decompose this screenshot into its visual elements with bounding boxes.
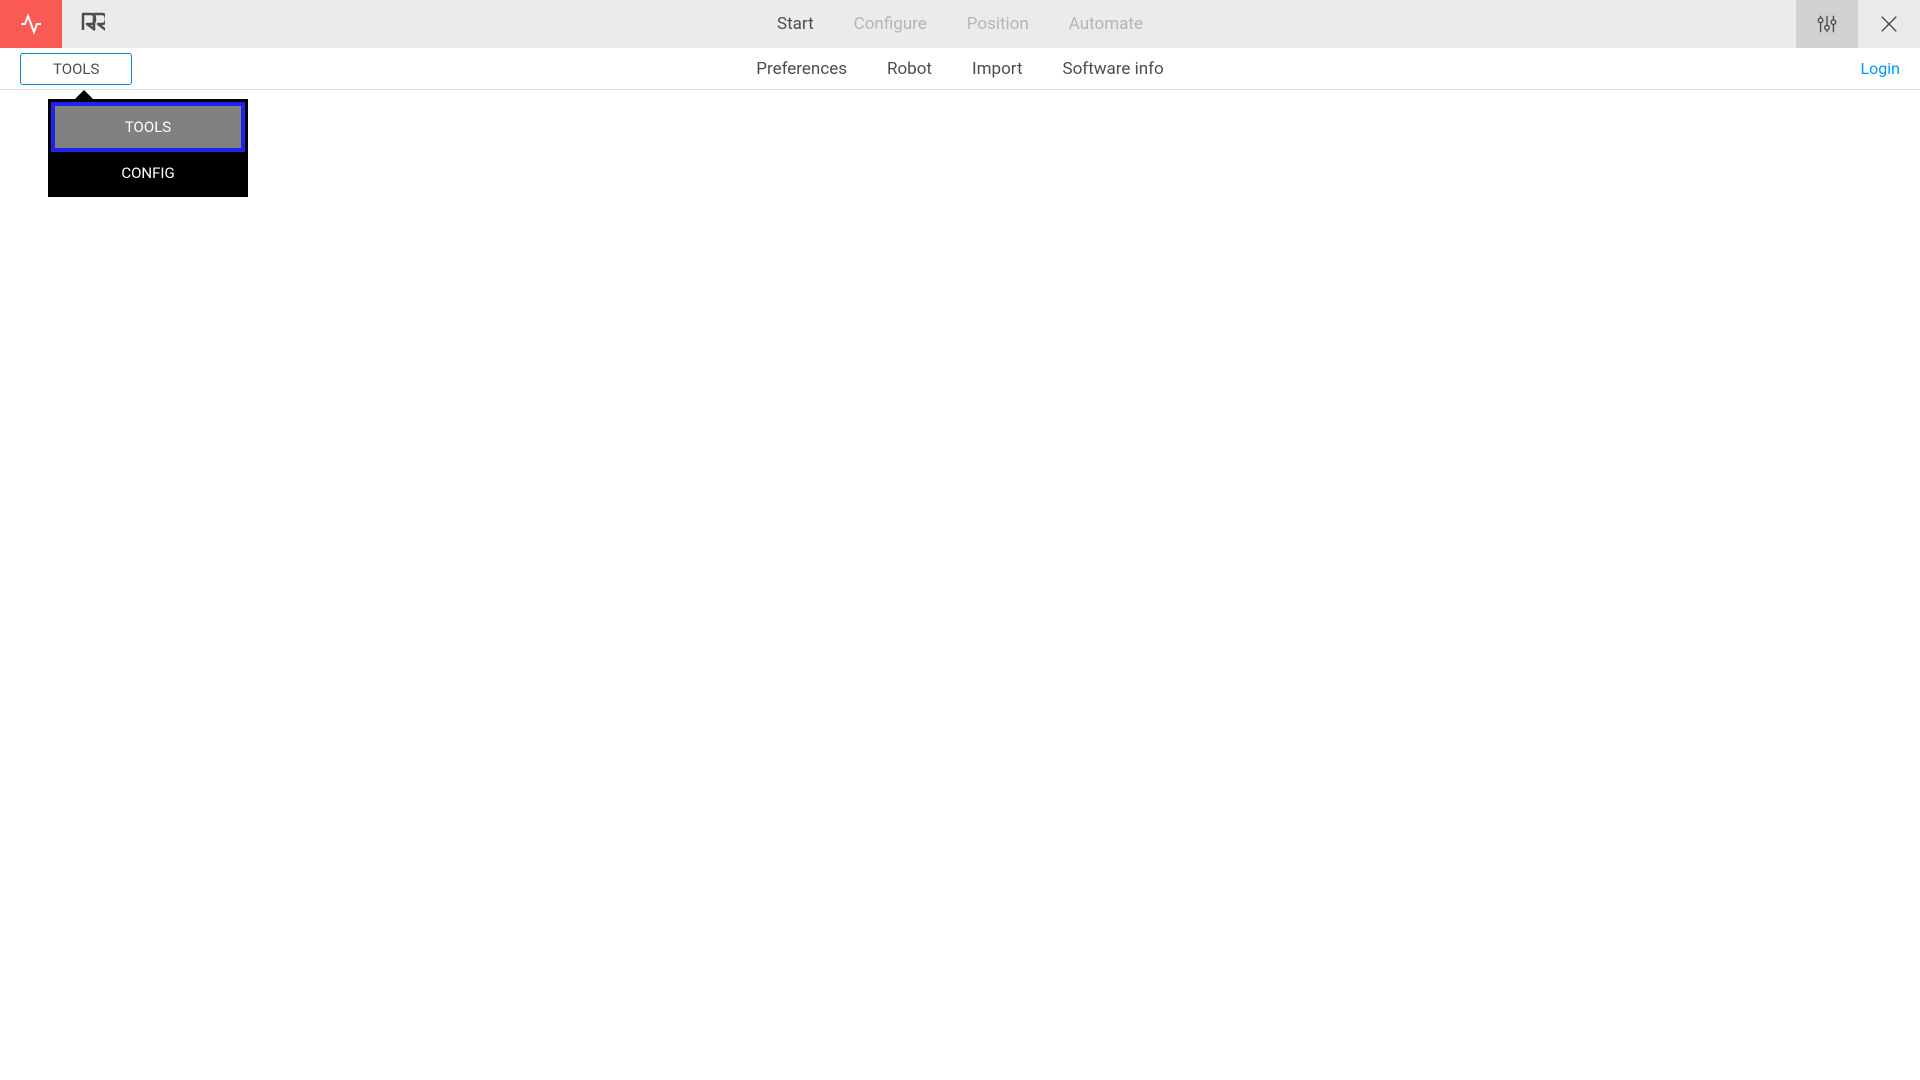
sub-navigation: Preferences Robot Import Software info (756, 59, 1164, 79)
close-icon (1878, 13, 1900, 35)
close-button[interactable] (1858, 0, 1920, 48)
sub-nav-preferences[interactable]: Preferences (756, 59, 847, 79)
brand-logo-container[interactable] (62, 0, 124, 48)
top-right-controls (1796, 0, 1920, 48)
dropdown-item-config[interactable]: CONFIG (51, 152, 245, 194)
tools-dropdown: TOOLS CONFIG (48, 90, 248, 197)
pulse-icon (19, 12, 43, 36)
sliders-icon (1816, 13, 1838, 35)
sub-nav-software-info[interactable]: Software info (1063, 59, 1164, 79)
brand-logo-icon (81, 12, 105, 37)
settings-button[interactable] (1796, 0, 1858, 48)
nav-item-automate[interactable]: Automate (1069, 14, 1143, 34)
dropdown-item-tools[interactable]: TOOLS (51, 102, 245, 152)
dropdown-menu: TOOLS CONFIG (48, 99, 248, 197)
sub-bar: TOOLS Preferences Robot Import Software … (0, 48, 1920, 90)
login-link[interactable]: Login (1861, 59, 1900, 78)
top-bar: Start Configure Position Automate (0, 0, 1920, 48)
nav-item-position[interactable]: Position (967, 14, 1029, 34)
nav-item-start[interactable]: Start (777, 14, 814, 34)
nav-item-configure[interactable]: Configure (854, 14, 927, 34)
dropdown-arrow-icon (75, 90, 93, 99)
status-indicator[interactable] (0, 0, 62, 48)
sub-nav-import[interactable]: Import (972, 59, 1023, 79)
sub-nav-robot[interactable]: Robot (887, 59, 932, 79)
top-navigation: Start Configure Position Automate (777, 14, 1143, 34)
tools-button[interactable]: TOOLS (20, 53, 132, 85)
